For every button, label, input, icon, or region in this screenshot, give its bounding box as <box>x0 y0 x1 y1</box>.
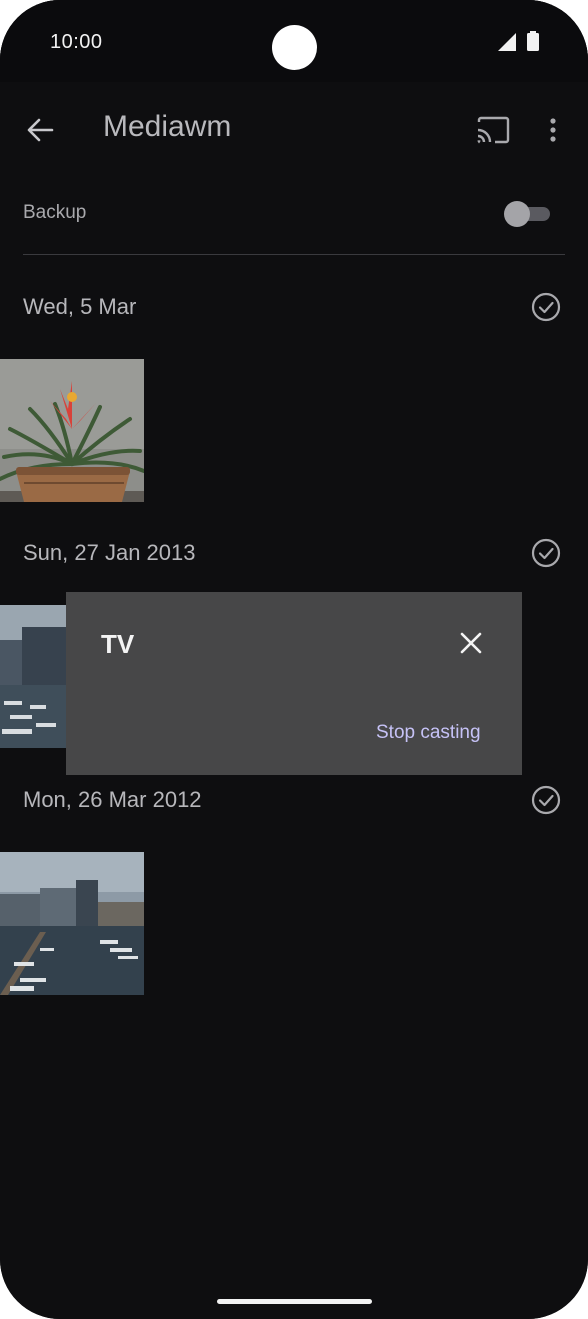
stop-casting-button[interactable]: Stop casting <box>376 722 481 744</box>
section-date: Wed, 5 Mar <box>23 294 137 319</box>
check-circle-icon[interactable] <box>531 538 561 568</box>
page-title: Mediawm <box>103 110 232 143</box>
app-bar: Mediawm <box>0 82 588 174</box>
photo-thumbnail-plant[interactable] <box>0 359 144 502</box>
status-bar: 10:00 <box>0 0 588 82</box>
cast-icon[interactable] <box>476 116 510 144</box>
backup-toggle[interactable] <box>504 200 550 228</box>
cast-dialog: TV Stop casting <box>66 592 522 775</box>
section-date: Sun, 27 Jan 2013 <box>23 540 196 565</box>
divider <box>23 254 565 255</box>
camera-cutout <box>272 25 317 70</box>
phone-screen: 10:00 Mediawm Backup Wed, 5 Mar Sun, 27 … <box>0 0 588 1319</box>
plant-photo <box>0 359 144 502</box>
status-time: 10:00 <box>50 31 103 53</box>
backup-label: Backup <box>23 202 87 223</box>
check-circle-icon[interactable] <box>531 785 561 815</box>
dialog-title: TV <box>101 629 135 659</box>
more-vert-icon[interactable] <box>540 116 566 144</box>
home-indicator[interactable] <box>217 1299 372 1304</box>
toggle-thumb <box>504 201 530 227</box>
battery-icon <box>527 31 539 51</box>
harbour-photo-2 <box>0 852 144 995</box>
photo-thumbnail-harbour-2[interactable] <box>0 852 144 995</box>
section-date: Mon, 26 Mar 2012 <box>23 787 202 812</box>
back-arrow-icon[interactable] <box>26 116 54 144</box>
check-circle-icon[interactable] <box>531 292 561 322</box>
close-icon[interactable] <box>459 631 483 655</box>
signal-icon <box>498 33 516 51</box>
